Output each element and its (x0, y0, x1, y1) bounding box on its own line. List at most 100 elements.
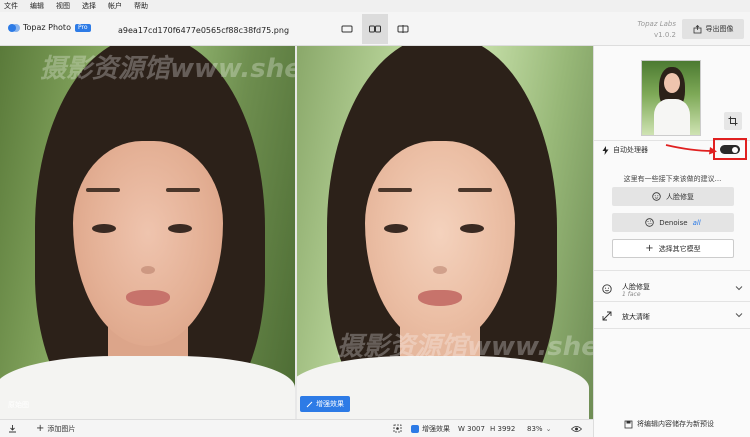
app-logo: Topaz Photo Pro (8, 23, 91, 32)
fit-view-button[interactable] (393, 424, 402, 433)
lips (126, 290, 170, 306)
export-icon (693, 24, 701, 33)
plus-icon: + (645, 243, 654, 254)
thumbnail-face (664, 73, 680, 93)
watermark: 摄影资源馆www.sheyingzy.com (337, 332, 593, 362)
menu-file[interactable]: 文件 (4, 0, 18, 12)
brand-name: Topaz Labs (637, 20, 676, 28)
checkbox-icon (411, 424, 419, 433)
topaz-photo-window: 文件 编辑 视图 选择 帐户 帮助 Topaz Photo Pro a9ea17… (0, 0, 750, 437)
image-width: W 3007 (458, 424, 485, 433)
chevron-down-icon: ⌄ (545, 424, 552, 433)
file-name: a9ea17cd170f6477e0565cf88c38fd75.png (118, 26, 290, 35)
menu-help[interactable]: 帮助 (134, 0, 148, 12)
right-eyebrow (166, 188, 200, 192)
face-icon (602, 284, 612, 294)
navigator-thumbnail[interactable] (641, 60, 701, 136)
lips (418, 290, 462, 306)
menu-view[interactable]: 视图 (56, 0, 70, 12)
denoise-icon (645, 218, 654, 227)
thumbnail-body (654, 99, 690, 135)
wand-icon (306, 401, 313, 407)
model-upscale[interactable]: 放大清晰 (594, 303, 750, 329)
single-view-icon (341, 25, 353, 33)
model-face-recovery[interactable]: 人脸修复 1 face (594, 276, 750, 302)
watermark: 摄影资源馆www.sheyingzy.com (40, 54, 295, 84)
image-viewport[interactable]: 摄影资源馆www.sheyingzy.com 原始图 摄影资源馆www.shey… (0, 46, 593, 419)
denoise-label: Denoise (659, 218, 688, 227)
download-icon (9, 425, 16, 433)
original-label: 原始图 (8, 401, 29, 409)
pro-badge: Pro (74, 23, 91, 32)
add-image-label: 添加图片 (47, 424, 76, 433)
app-name: Topaz Photo (23, 23, 71, 32)
highlight-box (713, 138, 747, 160)
left-eyebrow (86, 188, 120, 192)
enhanced-label[interactable]: 增强效果 (300, 396, 350, 412)
original-image[interactable]: 摄影资源馆www.sheyingzy.com 原始图 (0, 46, 295, 419)
eye-icon (571, 425, 582, 432)
image-height: H 3992 (490, 424, 516, 433)
right-eye (460, 224, 484, 233)
single-view-button[interactable] (334, 14, 360, 44)
status-bar: + 添加图片 增强效果 W 3007 H 3992 83% ⌄ (0, 419, 593, 437)
lightning-icon (602, 145, 609, 155)
chevron-down-icon (735, 286, 743, 291)
crop-button[interactable] (724, 112, 742, 130)
left-eye (384, 224, 408, 233)
side-by-side-view-button[interactable] (362, 14, 388, 44)
side-by-side-icon (369, 25, 381, 33)
right-eyebrow (458, 188, 492, 192)
autopilot-row: 自动处理器 (602, 145, 648, 155)
save-icon (624, 420, 633, 428)
left-eye (92, 224, 116, 233)
face-recovery-label: 人脸修复 (666, 192, 694, 201)
crop-icon (728, 116, 738, 126)
autopilot-toggle[interactable] (720, 145, 740, 154)
app-version: v1.0.2 (654, 31, 676, 39)
plus-icon: + (36, 423, 45, 434)
select-other-model-button[interactable]: + 选择其它模型 (612, 239, 734, 258)
save-preset-label: 将编辑内容储存为新预设 (637, 420, 714, 428)
add-image-button[interactable]: + 添加图片 (36, 423, 75, 434)
enhanced-image[interactable]: 摄影资源馆www.sheyingzy.com (297, 46, 593, 419)
menu-select[interactable]: 选择 (82, 0, 96, 12)
fit-view-icon (393, 424, 402, 433)
split-view-button[interactable] (390, 14, 416, 44)
nose (433, 266, 447, 274)
zoom-select[interactable]: 83% ⌄ (527, 425, 551, 433)
save-preset-button[interactable]: 将编辑内容储存为新预设 (624, 419, 714, 429)
download-button[interactable] (8, 424, 17, 433)
suggestion-text: 这里有一些接下来该做的建议... (623, 175, 722, 183)
right-eye (168, 224, 192, 233)
export-label: 导出图像 (705, 25, 734, 33)
toolbar: Topaz Photo Pro a9ea17cd170f6477e0565cf8… (0, 12, 750, 46)
face-icon (652, 192, 661, 201)
export-button[interactable]: 导出图像 (682, 19, 744, 39)
model-subtitle: 1 face (622, 291, 641, 298)
denoise-scope: all (692, 218, 701, 227)
enhanced-label-text: 增强效果 (316, 400, 344, 408)
denoise-button[interactable]: Denoise all (612, 213, 734, 232)
upscale-icon (602, 311, 612, 321)
preview-toggle[interactable] (571, 425, 582, 433)
side-panel: 自动处理器 这里有一些接下来该做的建议... 人脸修复 Denoise all … (593, 46, 750, 437)
menu-edit[interactable]: 编辑 (30, 0, 44, 12)
menu-bar: 文件 编辑 视图 选择 帐户 帮助 (0, 0, 750, 12)
select-other-model-label: 选择其它模型 (658, 244, 701, 253)
left-eyebrow (378, 188, 412, 192)
autopilot-label: 自动处理器 (613, 146, 648, 154)
brand-info: Topaz Labs v1.0.2 (636, 19, 676, 41)
model-title: 放大清晰 (622, 313, 650, 321)
topaz-logo-icon (8, 23, 20, 32)
split-view-icon (397, 25, 409, 33)
face-recovery-button[interactable]: 人脸修复 (612, 187, 734, 206)
chevron-down-icon (735, 313, 743, 318)
zoom-value: 83% (527, 424, 543, 433)
enhance-toggle-label: 增强效果 (422, 424, 450, 433)
divider (594, 270, 750, 271)
annotation-arrow (665, 144, 717, 155)
nose (141, 266, 155, 274)
enhance-toggle[interactable]: 增强效果 (411, 424, 450, 434)
menu-account[interactable]: 帐户 (108, 0, 122, 12)
